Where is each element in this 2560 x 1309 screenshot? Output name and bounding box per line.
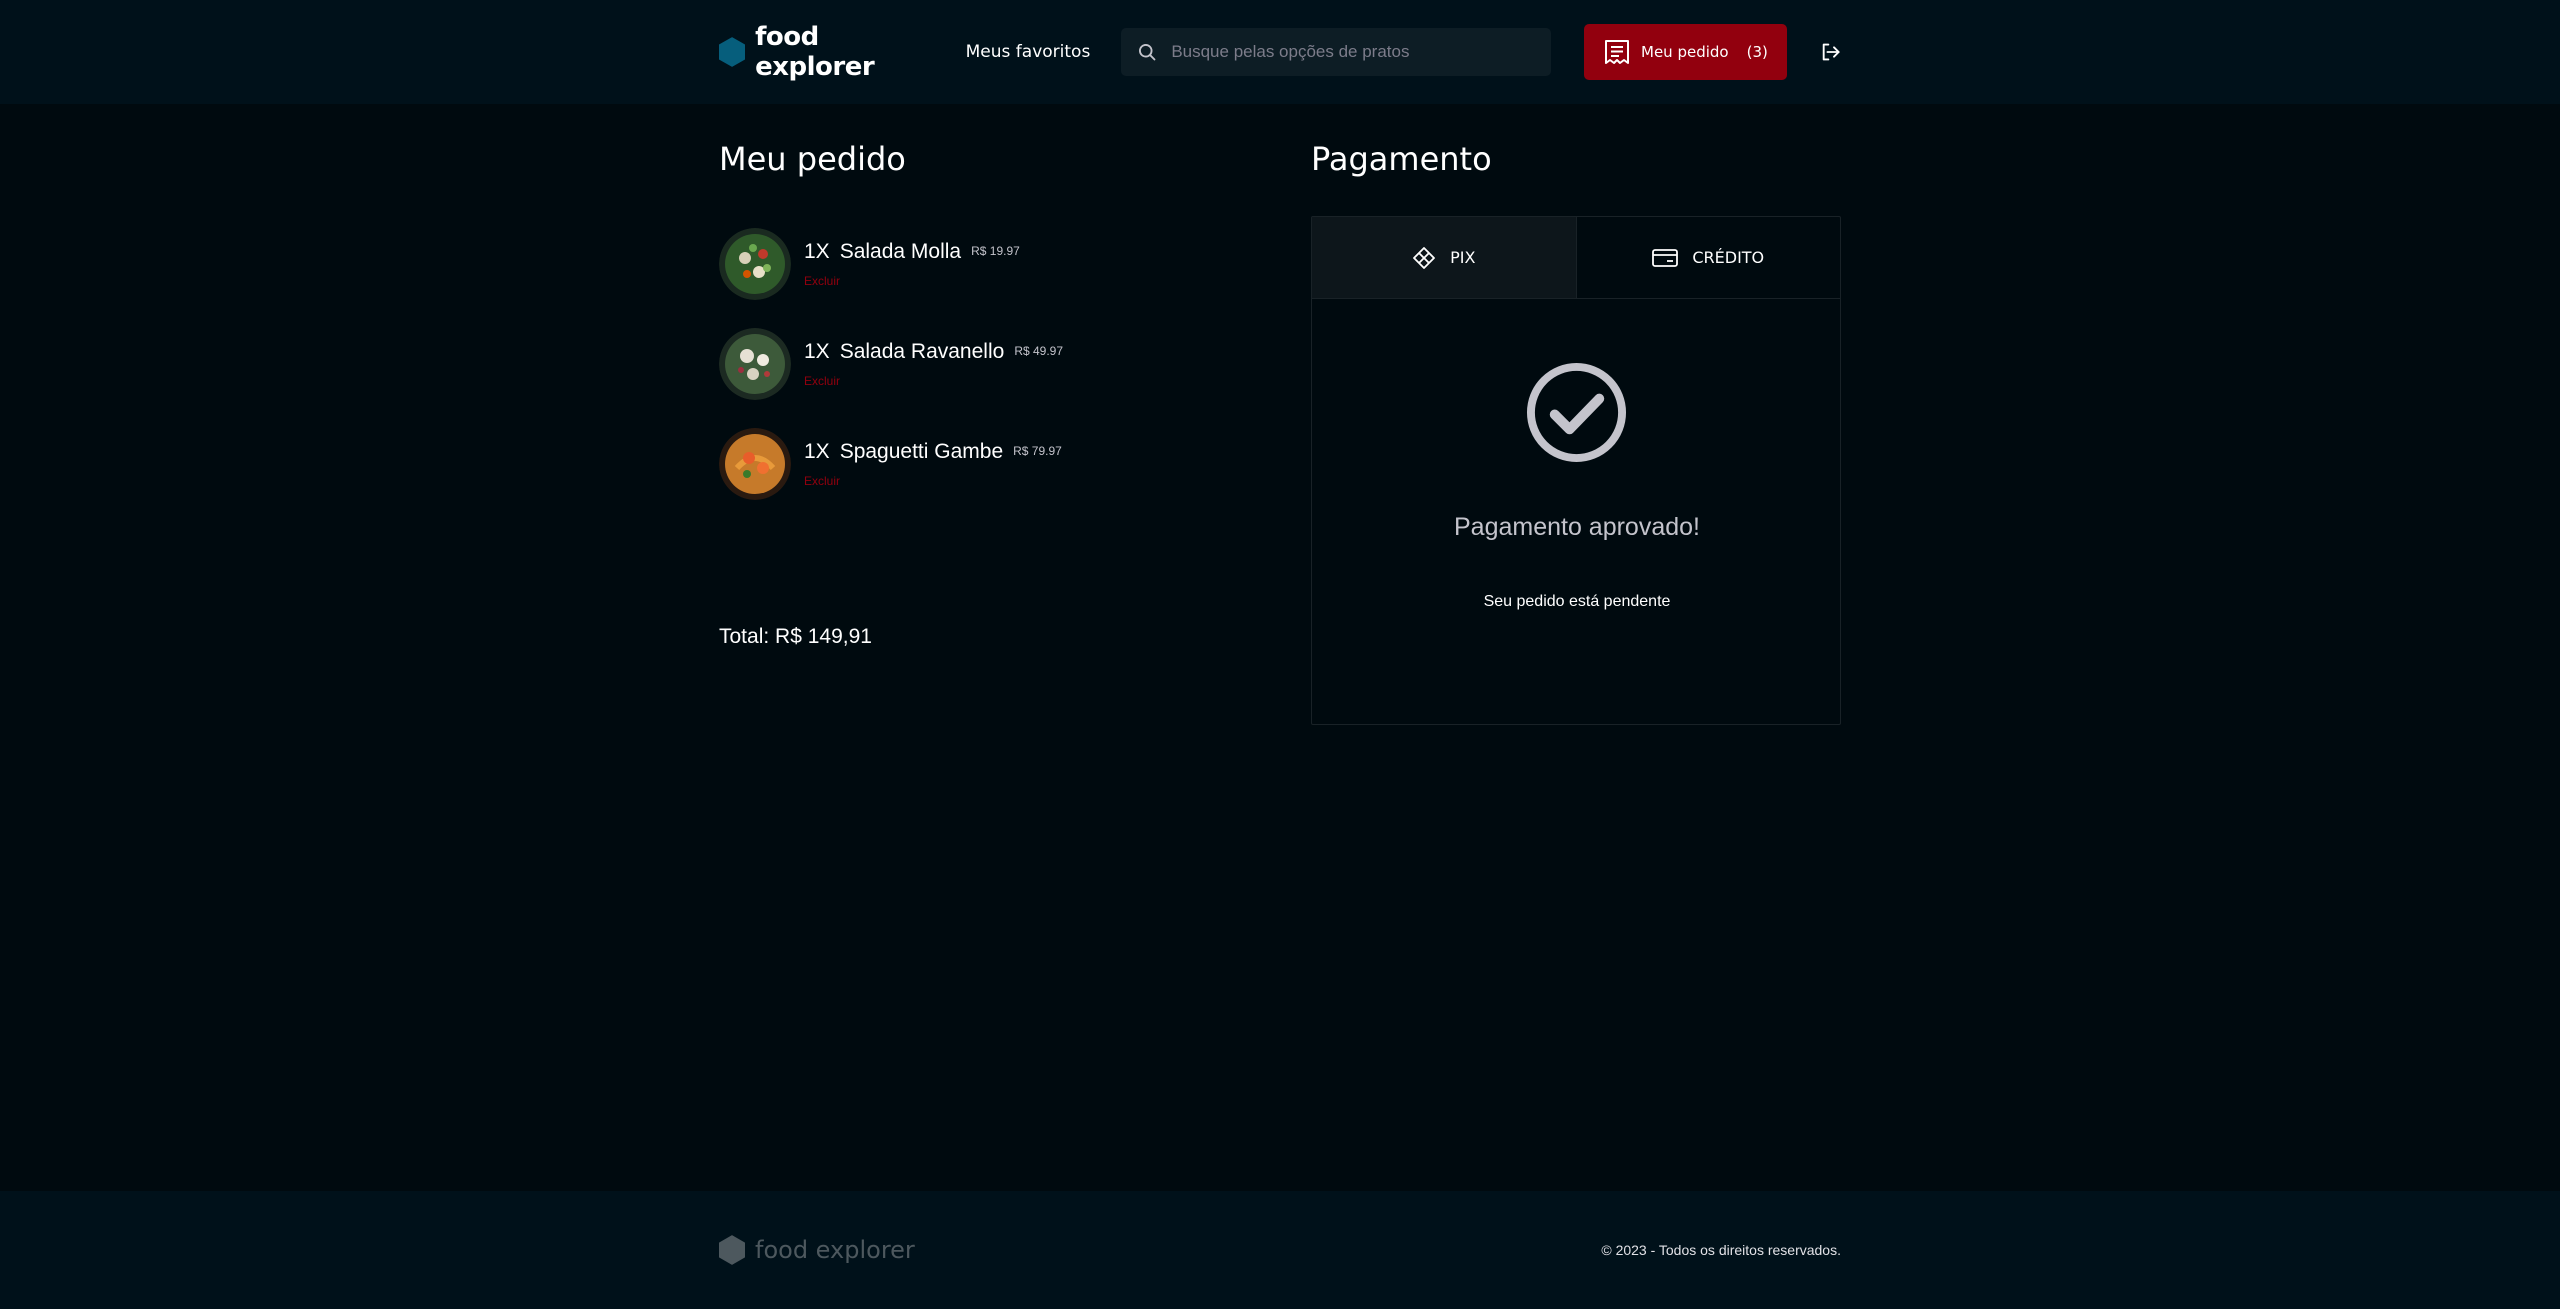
dish-price: R$ 49.97 — [1014, 344, 1064, 358]
remove-dish-link[interactable]: Excluir — [804, 274, 1020, 288]
footer-brand-name: food explorer — [755, 1236, 915, 1264]
credit-card-icon — [1652, 248, 1679, 267]
dish-quantity: 1X — [804, 440, 830, 463]
payment-status-subtitle: Seu pedido está pendente — [1483, 593, 1671, 610]
hexagon-logo-icon — [719, 37, 746, 67]
my-order-label: Meu pedido — [1641, 43, 1729, 61]
header-inner: food explorer Meus favoritos Meu pedido … — [719, 0, 1841, 104]
footer: food explorer © 2023 - Todos os direitos… — [0, 1191, 2560, 1309]
dish-name: Salada Molla — [839, 240, 962, 263]
receipt-icon — [1605, 40, 1629, 64]
order-list: 1X Salada Molla R$ 19.97 Excluir 1X Sala… — [719, 228, 1219, 528]
dish-line: 1X Spaguetti Gambe R$ 79.97 — [804, 440, 1062, 464]
header: food explorer Meus favoritos Meu pedido … — [0, 0, 2560, 104]
order-item: 1X Spaguetti Gambe R$ 79.97 Excluir — [719, 428, 1219, 500]
hexagon-logo-icon — [719, 1235, 745, 1265]
order-item: 1X Salada Ravanello R$ 49.97 Excluir — [719, 328, 1219, 400]
sign-out-icon[interactable] — [1819, 40, 1841, 64]
footer-inner: food explorer © 2023 - Todos os direitos… — [719, 1191, 1841, 1309]
tab-pix-label: PIX — [1450, 248, 1476, 267]
tab-pix[interactable]: PIX — [1312, 217, 1577, 298]
check-circle-icon — [1526, 362, 1627, 463]
brand-name: food explorer — [755, 22, 875, 82]
my-order-button[interactable]: Meu pedido (3) — [1584, 24, 1787, 80]
remove-dish-link[interactable]: Excluir — [804, 474, 1062, 488]
pix-icon — [1413, 246, 1435, 269]
dish-info: 1X Salada Ravanello R$ 49.97 Excluir — [804, 340, 1063, 388]
dish-quantity: 1X — [804, 340, 830, 363]
footer-brand: food explorer — [719, 1235, 915, 1265]
search-input[interactable] — [1171, 42, 1552, 62]
my-order-count: (3) — [1746, 43, 1768, 61]
payment-tabs: PIX CRÉDITO — [1312, 217, 1840, 299]
payment-status-title: Pagamento aprovado! — [1453, 513, 1700, 541]
order-total: Total: R$ 149,91 — [719, 625, 872, 648]
dish-image — [719, 428, 791, 500]
search-icon — [1139, 44, 1156, 61]
order-item: 1X Salada Molla R$ 19.97 Excluir — [719, 228, 1219, 300]
dish-line: 1X Salada Ravanello R$ 49.97 — [804, 340, 1063, 364]
tab-credit[interactable]: CRÉDITO — [1577, 217, 1841, 298]
dish-name: Spaguetti Gambe — [839, 440, 1004, 463]
dish-info: 1X Spaguetti Gambe R$ 79.97 Excluir — [804, 440, 1062, 488]
dish-quantity: 1X — [804, 240, 830, 263]
tab-credit-label: CRÉDITO — [1692, 248, 1765, 267]
dish-image — [719, 228, 791, 300]
order-title: Meu pedido — [719, 140, 906, 178]
dish-line: 1X Salada Molla R$ 19.97 — [804, 240, 1020, 264]
payment-title: Pagamento — [1311, 140, 1492, 178]
remove-dish-link[interactable]: Excluir — [804, 374, 1063, 388]
copyright: © 2023 - Todos os direitos reservados. — [1601, 1242, 1841, 1258]
favorites-link[interactable]: Meus favoritos — [966, 42, 1091, 62]
payment-box: PIX CRÉDITO Pagamento aprovado! Seu pedi… — [1311, 216, 1841, 725]
brand-logo[interactable]: food explorer — [719, 22, 934, 82]
dish-price: R$ 19.97 — [971, 244, 1020, 258]
dish-image — [719, 328, 791, 400]
dish-price: R$ 79.97 — [1013, 444, 1062, 458]
dish-info: 1X Salada Molla R$ 19.97 Excluir — [804, 240, 1020, 288]
search-bar[interactable] — [1121, 28, 1552, 76]
dish-name: Salada Ravanello — [839, 340, 1005, 363]
